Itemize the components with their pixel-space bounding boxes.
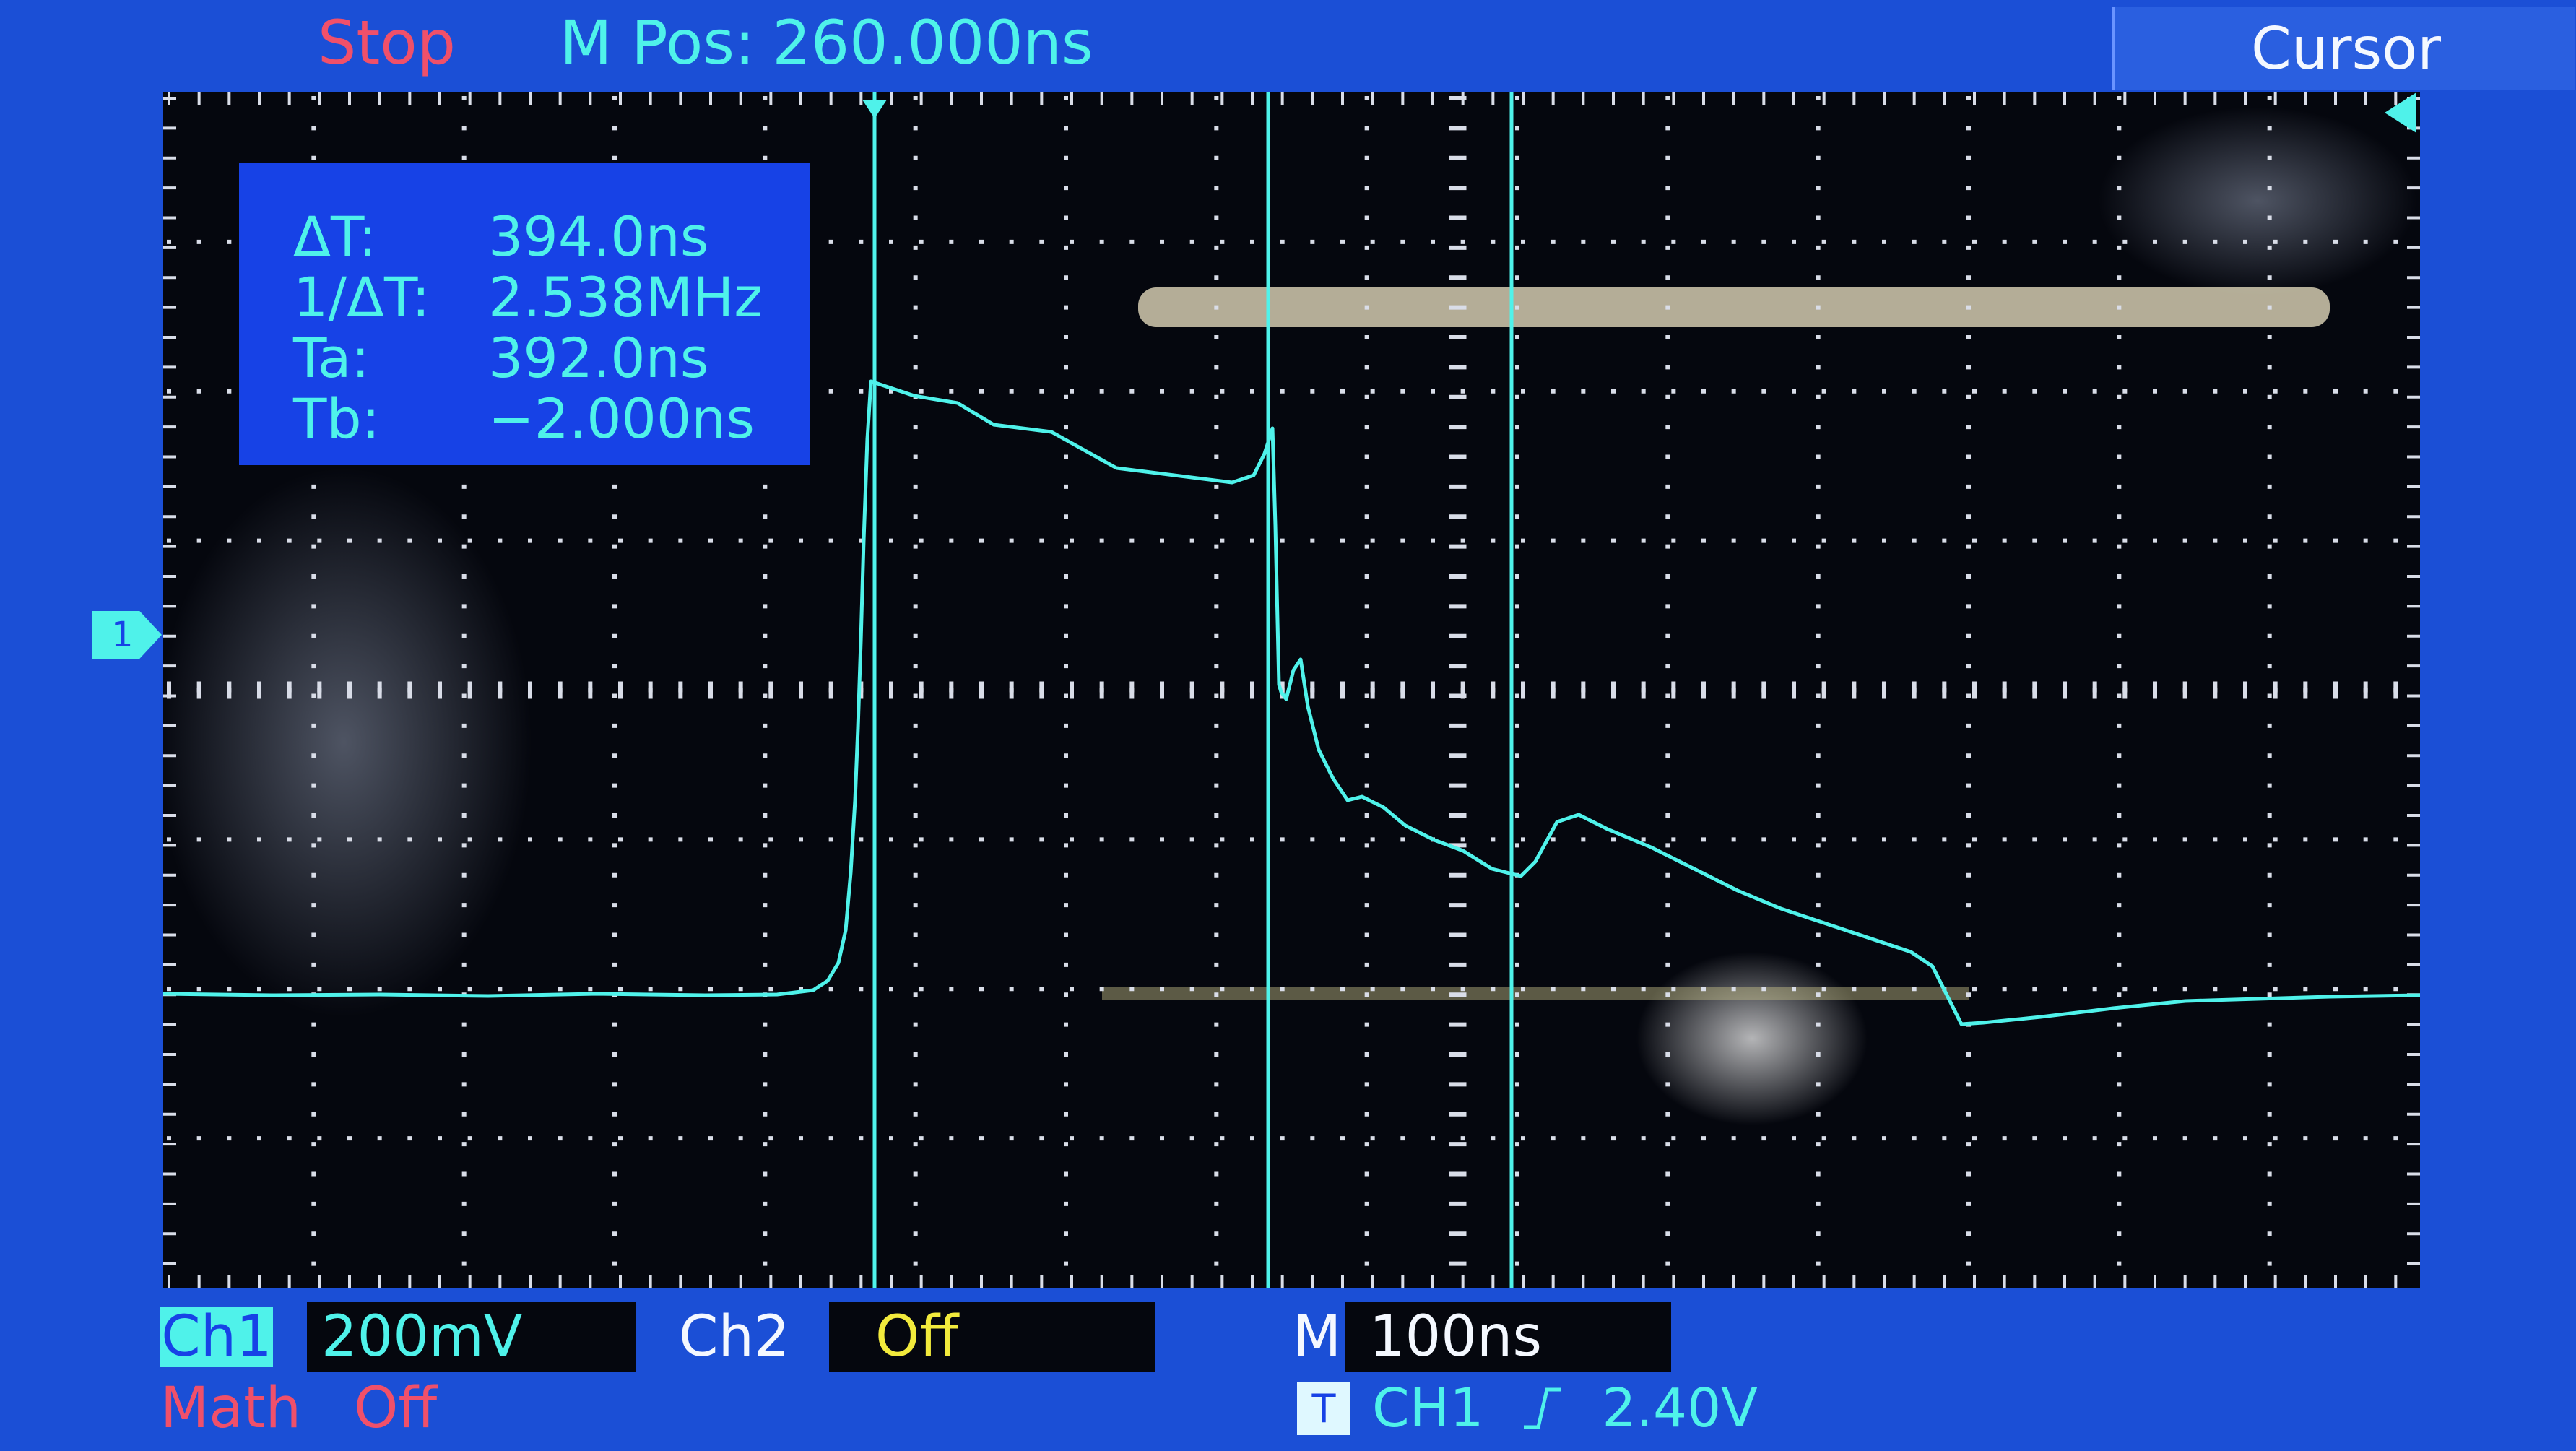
ch1-ground-marker[interactable]: 1 xyxy=(92,611,162,659)
trigger-info[interactable]: T CH1 2.40V xyxy=(1297,1376,1758,1441)
trigger-position-marker xyxy=(862,100,887,118)
math-state[interactable]: Off xyxy=(354,1376,437,1441)
delta-t-label: ΔT: xyxy=(293,204,377,269)
rising-edge-icon xyxy=(1524,1387,1562,1429)
glare-spot xyxy=(2099,107,2416,295)
frequency-value: 2.538MHz xyxy=(488,265,763,329)
readout-row-delta-t: ΔT: 394.0ns xyxy=(293,207,810,267)
math-label[interactable]: Math xyxy=(160,1376,301,1441)
ch2-state[interactable]: Off xyxy=(829,1302,1155,1372)
tb-value: −2.000ns xyxy=(488,386,755,451)
trigger-icon: T xyxy=(1297,1382,1350,1435)
readout-row-ta: Ta: 392.0ns xyxy=(293,328,810,389)
delta-t-value: 394.0ns xyxy=(488,204,709,269)
trigger-level: 2.40V xyxy=(1602,1377,1758,1439)
readout-row-frequency: 1/ΔT: 2.538MHz xyxy=(293,267,810,328)
menu-title-cursor[interactable]: Cursor xyxy=(2112,7,2575,90)
ch2-label[interactable]: Ch2 xyxy=(679,1304,790,1369)
ta-label: Ta: xyxy=(293,326,370,390)
time-cursors xyxy=(862,92,1514,1288)
timebase-value[interactable]: 100ns xyxy=(1345,1302,1671,1372)
ta-value: 392.0ns xyxy=(488,326,709,390)
glare-band xyxy=(1102,987,1969,1000)
horizontal-position: M Pos: 260.000ns xyxy=(560,7,1093,78)
ch1-scale[interactable]: 200mV xyxy=(307,1302,636,1372)
cursor-readout-panel: ΔT: 394.0ns 1/ΔT: 2.538MHz Ta: 392.0ns Tb: −… xyxy=(239,163,810,465)
mpos-value: 260.000ns xyxy=(772,7,1093,78)
bottom-status-bar: Ch1 200mV Ch2 Off M 100ns Math Off T CH1… xyxy=(0,1289,2576,1451)
glare-band xyxy=(1138,287,2330,327)
run-status[interactable]: Stop xyxy=(318,7,456,78)
top-status-bar: Stop M Pos: 260.000ns Cursor xyxy=(0,0,2576,90)
readout-row-tb: Tb: −2.000ns xyxy=(293,389,810,449)
waveform-display: ΔT: 394.0ns 1/ΔT: 2.538MHz Ta: 392.0ns Tb: −… xyxy=(163,92,2420,1288)
mpos-label: M Pos: xyxy=(560,7,755,78)
tb-label: Tb: xyxy=(293,386,381,451)
timebase-label: M xyxy=(1293,1304,1342,1369)
ch1-tag[interactable]: Ch1 xyxy=(160,1304,273,1369)
frequency-label: 1/ΔT: xyxy=(293,265,430,329)
trigger-source: CH1 xyxy=(1372,1377,1484,1439)
glare-spot xyxy=(163,468,532,1017)
glare-spot xyxy=(1636,952,1868,1125)
